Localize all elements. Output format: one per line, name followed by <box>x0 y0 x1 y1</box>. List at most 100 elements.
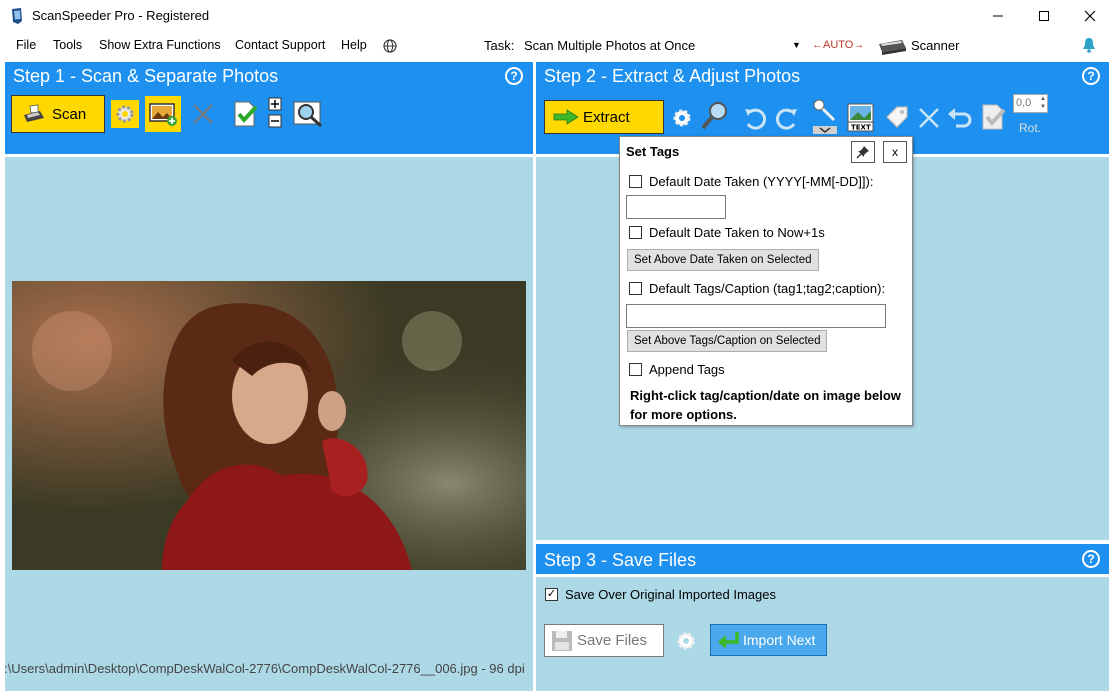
bell-icon[interactable] <box>1082 37 1096 53</box>
step1-help-icon[interactable]: ? <box>505 67 523 85</box>
auto-label: ←AUTO→ <box>812 39 865 51</box>
scanner-label[interactable]: Scanner <box>911 38 959 53</box>
gear-icon <box>673 109 691 127</box>
close-button[interactable] <box>1067 0 1113 32</box>
set-tags-button[interactable]: Set Above Tags/Caption on Selected <box>627 330 828 352</box>
document-check-icon <box>234 101 258 127</box>
maximize-icon <box>1039 11 1049 21</box>
zoom-in-small-button[interactable] <box>266 96 284 112</box>
task-label: Task: <box>484 38 515 53</box>
plus-square-icon <box>268 97 282 111</box>
svg-text:TEXT: TEXT <box>851 124 871 132</box>
set-date-button[interactable]: Set Above Date Taken on Selected <box>627 249 819 271</box>
dropdown-arrow-icon: ▼ <box>792 40 801 50</box>
extract-button[interactable]: Extract <box>544 100 664 134</box>
step3-help-icon[interactable]: ? <box>1082 550 1100 568</box>
rotate-right-icon <box>776 108 797 130</box>
rotate-right-button[interactable] <box>774 104 802 132</box>
date-now-label: Default Date Taken to Now+1s <box>649 225 825 240</box>
scanner-icon[interactable] <box>876 36 908 56</box>
menu-contact-support[interactable]: Contact Support <box>235 38 325 52</box>
extract-button-label: Extract <box>583 108 630 126</box>
default-date-taken-label: Default Date Taken (YYYY[-MM[-DD]]): <box>649 174 874 189</box>
save-over-original-label: Save Over Original Imported Images <box>565 587 776 602</box>
rotation-value: 0,0 <box>1016 97 1032 109</box>
scan-settings-button[interactable] <box>111 100 139 128</box>
delete-x-icon <box>193 104 213 124</box>
add-text-button[interactable]: TEXT <box>846 102 876 132</box>
preview-zoom-button[interactable] <box>292 99 326 129</box>
rotation-input[interactable]: 0,0 ▲ ▼ <box>1013 94 1048 113</box>
tag-icon <box>886 106 908 128</box>
menu-help[interactable]: Help <box>341 38 367 52</box>
scan-button[interactable]: Scan <box>11 95 105 133</box>
save-settings-button[interactable] <box>672 627 700 655</box>
popup-close-button[interactable]: x <box>883 141 907 163</box>
save-files-button[interactable]: Save Files <box>544 624 664 657</box>
maximize-button[interactable] <box>1021 0 1067 32</box>
floppy-disk-icon <box>552 630 572 651</box>
menu-tools[interactable]: Tools <box>53 38 82 52</box>
scan-button-label: Scan <box>52 105 87 123</box>
date-taken-input[interactable] <box>626 195 726 219</box>
scan-icon <box>24 104 44 122</box>
task-dropdown-value: Scan Multiple Photos at Once <box>524 38 696 53</box>
set-tags-title: Set Tags <box>626 144 680 159</box>
title-bar: ScanSpeeder Pro - Registered <box>0 0 1114 32</box>
rotate-left-button[interactable] <box>740 104 768 132</box>
return-arrow-icon <box>718 632 739 649</box>
magnifier-image-icon <box>293 101 323 128</box>
append-tags-label: Append Tags <box>649 362 725 377</box>
default-tags-checkbox[interactable] <box>629 282 642 295</box>
step2-title: Step 2 - Extract & Adjust Photos <box>544 66 801 86</box>
pin-icon <box>856 146 869 159</box>
image-text-icon: TEXT <box>847 103 874 132</box>
save-files-label: Save Files <box>577 632 648 649</box>
import-next-button[interactable]: Import Next <box>710 624 827 656</box>
extract-settings-button[interactable] <box>668 104 696 132</box>
step2-help-icon[interactable]: ? <box>1082 67 1100 85</box>
import-next-label: Import Next <box>743 632 816 648</box>
zoom-button[interactable] <box>700 100 730 132</box>
app-icon <box>12 8 22 24</box>
rotate-left-icon <box>745 108 766 130</box>
delete-extracted-button[interactable] <box>915 104 943 132</box>
menu-show-extra-functions[interactable]: Show Extra Functions <box>99 38 221 52</box>
close-icon <box>1084 10 1096 22</box>
minus-square-icon <box>268 114 282 128</box>
step3-title: Step 3 - Save Files <box>544 550 697 570</box>
pin-button[interactable] <box>851 141 875 163</box>
popup-close-label: x <box>892 145 898 159</box>
magic-wand-button[interactable] <box>810 96 840 134</box>
tag-button[interactable] <box>882 102 912 132</box>
undo-button[interactable] <box>945 104 973 132</box>
status-file-path: :\Users\admin\Desktop\CompDeskWalCol-277… <box>4 661 525 676</box>
delete-x-icon <box>919 108 939 128</box>
import-image-button[interactable] <box>145 96 181 132</box>
minimize-icon <box>993 15 1003 17</box>
stepper-arrows-icon[interactable]: ▲ ▼ <box>1040 95 1046 111</box>
approve-button[interactable] <box>978 102 1008 132</box>
save-over-original-checkbox[interactable]: ✓ <box>545 588 558 601</box>
date-now-checkbox[interactable] <box>629 226 642 239</box>
document-check-icon <box>982 104 1006 130</box>
menu-file[interactable]: File <box>16 38 36 52</box>
right-click-note: Right-click tag/caption/date on image be… <box>630 388 901 422</box>
gear-icon <box>677 632 695 650</box>
window-title: ScanSpeeder Pro - Registered <box>32 8 210 23</box>
globe-icon[interactable] <box>383 39 397 53</box>
set-tags-popup: Set Tags x Default Date Taken (YYYY[-MM[… <box>619 136 913 426</box>
scanned-photo[interactable] <box>12 281 526 570</box>
append-tags-checkbox[interactable] <box>629 363 642 376</box>
undo-icon <box>948 108 972 128</box>
tags-caption-input[interactable] <box>626 304 886 328</box>
confirm-button[interactable] <box>230 99 260 129</box>
default-date-taken-checkbox[interactable] <box>629 175 642 188</box>
magnifier-icon <box>701 102 727 130</box>
delete-button[interactable] <box>189 100 217 128</box>
rotation-label: Rot. <box>1019 121 1042 135</box>
step1-title: Step 1 - Scan & Separate Photos <box>13 66 279 86</box>
minimize-button[interactable] <box>975 0 1021 32</box>
zoom-out-small-button[interactable] <box>266 113 284 129</box>
add-image-icon <box>149 103 177 126</box>
